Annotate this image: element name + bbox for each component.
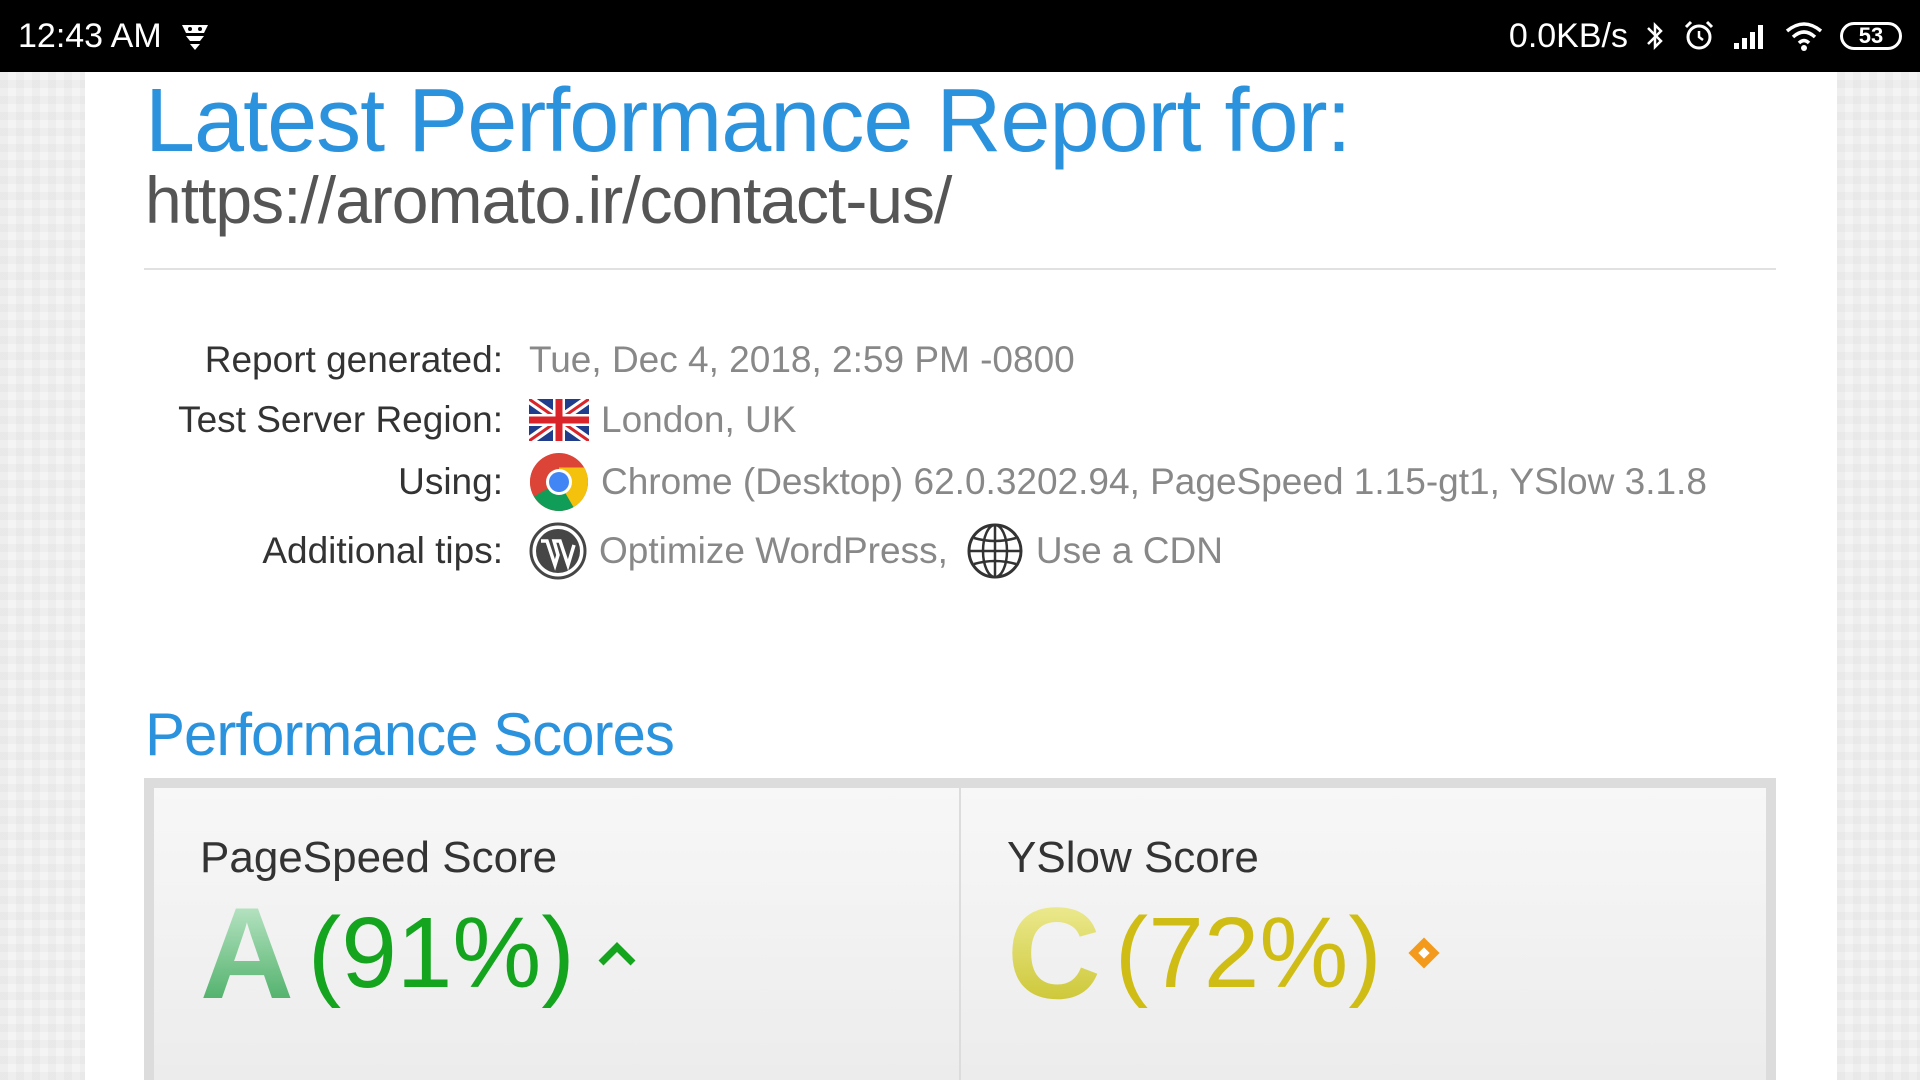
status-bar-right: 0.0KB/s 53	[1509, 17, 1902, 56]
performance-scores-heading: Performance Scores	[145, 701, 675, 768]
tip-optimize-wordpress[interactable]: Optimize WordPress,	[599, 530, 948, 572]
scores-container: PageSpeed Score A (91%) YSlow Score C (7…	[144, 778, 1776, 1080]
globe-icon	[966, 522, 1024, 580]
pagespeed-score-label: PageSpeed Score	[200, 833, 558, 882]
bluetooth-icon	[1644, 19, 1666, 53]
wordpress-icon	[529, 522, 587, 580]
yslow-score-line: C (72%)	[1007, 888, 1444, 1018]
wifi-icon	[1784, 20, 1824, 52]
using-value-wrap: Chrome (Desktop) 62.0.3202.94, PageSpeed…	[529, 452, 1707, 512]
pagespeed-score-panel: PageSpeed Score A (91%)	[154, 788, 959, 1080]
report-generated-value-wrap: Tue, Dec 4, 2018, 2:59 PM -0800	[529, 339, 1075, 381]
additional-tips-label: Additional tips:	[262, 530, 503, 571]
chrome-icon	[529, 452, 589, 512]
divider	[144, 268, 1776, 270]
clock: 12:43 AM	[18, 16, 162, 55]
page-background-left	[0, 72, 85, 1080]
using-label: Using:	[398, 461, 503, 502]
alarm-icon	[1682, 19, 1716, 53]
report-card: Latest Performance Report for: https://a…	[85, 72, 1837, 1080]
using-value: Chrome (Desktop) 62.0.3202.94, PageSpeed…	[601, 461, 1707, 502]
status-bar: 12:43 AM 0.0KB/s 53	[0, 0, 1920, 72]
chevron-up-icon	[597, 939, 637, 967]
report-generated-label: Report generated:	[204, 339, 503, 380]
status-bar-left: 12:43 AM	[18, 17, 212, 56]
test-server-region-value[interactable]: London, UK	[601, 399, 796, 441]
yslow-score-label: YSlow Score	[1007, 833, 1259, 882]
yslow-percent: (72%)	[1114, 897, 1382, 1009]
tip-use-cdn[interactable]: Use a CDN	[1036, 530, 1223, 572]
report-url[interactable]: https://aromato.ir/contact-us/	[145, 164, 952, 237]
net-speed: 0.0KB/s	[1508, 16, 1628, 55]
page-title: Latest Performance Report for:	[145, 71, 1352, 171]
additional-tips-row: Additional tips: Optimize WordPress, Use…	[85, 522, 1785, 580]
report-generated-value: Tue, Dec 4, 2018, 2:59 PM -0800	[529, 339, 1075, 380]
pagespeed-grade: A	[200, 880, 294, 1026]
signal-icon	[1732, 21, 1768, 51]
pagespeed-score-line: A (91%)	[200, 888, 637, 1018]
report-generated-row: Report generated: Tue, Dec 4, 2018, 2:59…	[85, 332, 1785, 388]
yslow-score-panel: YSlow Score C (72%)	[959, 788, 1766, 1080]
uk-flag-icon	[529, 399, 589, 441]
yslow-grade: C	[1007, 880, 1101, 1026]
notification-icon	[178, 19, 212, 53]
test-server-region-row: Test Server Region: London, UK	[85, 392, 1785, 448]
diamond-icon	[1404, 933, 1444, 973]
using-row: Using: Chrome (Desktop) 62.0.3202.94, Pa…	[85, 452, 1785, 512]
pagespeed-percent: (91%)	[307, 897, 575, 1009]
battery-icon: 53	[1840, 22, 1902, 50]
test-server-region-label: Test Server Region:	[178, 399, 503, 440]
additional-tips-value-wrap: Optimize WordPress, Use a CDN	[529, 522, 1223, 580]
test-server-region-value-wrap: London, UK	[529, 399, 796, 441]
page-background-right	[1837, 72, 1920, 1080]
